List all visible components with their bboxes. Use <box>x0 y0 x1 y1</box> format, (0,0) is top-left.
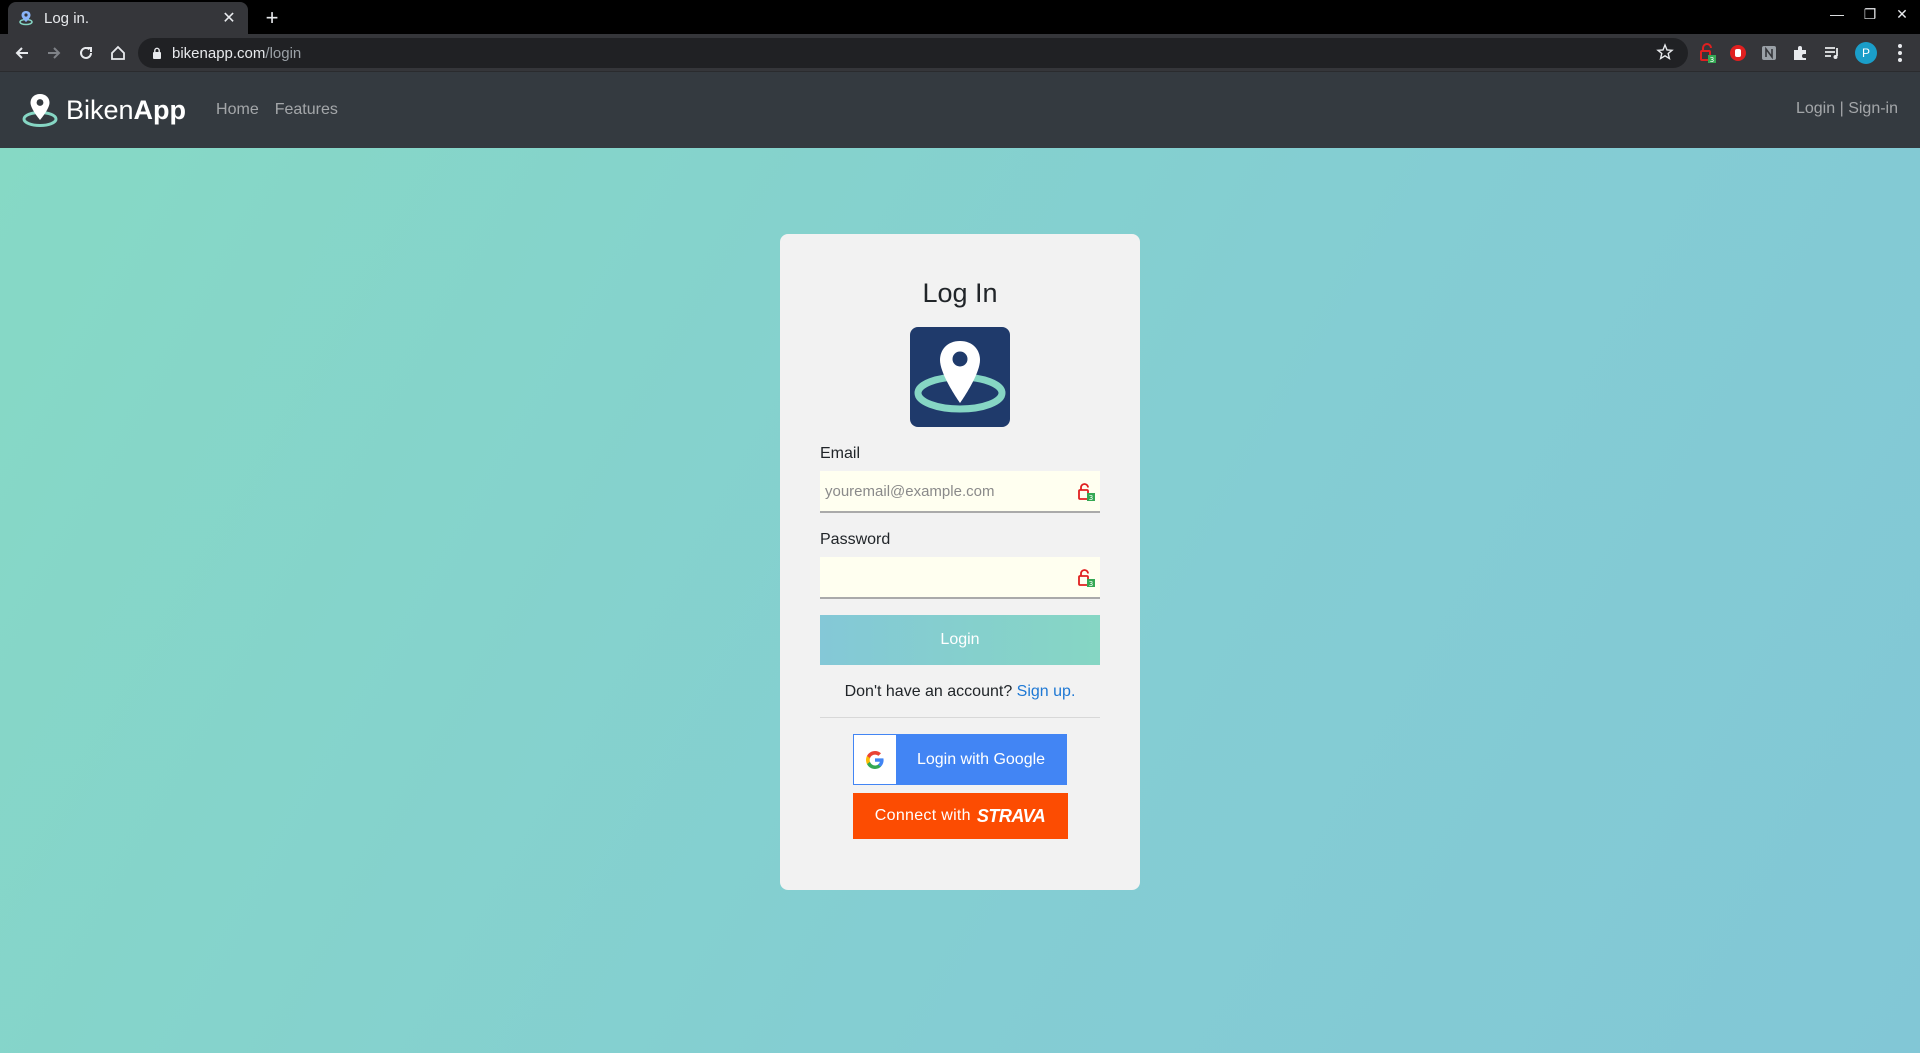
password-manager-extension-icon[interactable]: 3 <box>1697 43 1717 63</box>
password-field[interactable] <box>820 557 1100 597</box>
connect-with-strava-button[interactable]: Connect with STRAVA <box>852 793 1068 839</box>
url-path: /login <box>265 44 302 62</box>
window-close-button[interactable]: ✕ <box>1890 6 1914 23</box>
back-button[interactable] <box>10 41 34 65</box>
url-host: bikenapp.com <box>172 44 266 62</box>
address-bar[interactable]: bikenapp.com /login <box>138 38 1688 68</box>
email-field[interactable] <box>820 471 1100 511</box>
browser-menu-icon[interactable] <box>1890 42 1910 64</box>
password-manager-icon[interactable]: 3 <box>1076 568 1096 588</box>
password-input-wrapper: 3 <box>820 557 1100 599</box>
browser-tab[interactable]: Log in. ✕ <box>8 2 248 34</box>
password-manager-icon[interactable]: 3 <box>1076 482 1096 502</box>
brand-name-bold: App <box>133 94 187 125</box>
browser-tabstrip: Log in. ✕ + — ❐ ✕ <box>0 0 1920 34</box>
nav-link-home[interactable]: Home <box>216 101 259 119</box>
login-title: Log In <box>922 278 998 308</box>
svg-text:3: 3 <box>1089 580 1093 588</box>
signup-prompt: Don't have an account? Sign up. <box>820 683 1100 701</box>
google-button-label: Login with Google <box>916 750 1046 768</box>
brand-logo-link[interactable]: BikenApp <box>22 93 186 127</box>
divider <box>820 717 1100 718</box>
profile-avatar[interactable]: P <box>1855 42 1877 64</box>
nav-separator: | <box>1835 100 1849 117</box>
app-logo <box>910 327 1010 427</box>
strava-logo: STRAVA <box>976 805 1046 826</box>
signup-prompt-text: Don't have an account? <box>844 683 1013 700</box>
site-navbar: BikenApp Home Features Login | Sign-in <box>0 72 1920 148</box>
nav-login-link[interactable]: Login <box>1796 100 1835 117</box>
map-pin-ring-icon <box>22 94 58 127</box>
nav-auth-links: Login | Sign-in <box>1796 100 1898 118</box>
svg-text:3: 3 <box>1089 494 1093 502</box>
favicon-pin-icon <box>19 11 33 26</box>
arrow-right-icon <box>48 47 61 59</box>
window-minimize-button[interactable]: — <box>1825 6 1849 22</box>
forward-button[interactable] <box>42 41 66 65</box>
star-icon[interactable] <box>1656 43 1674 61</box>
email-input-wrapper: 3 <box>820 471 1100 513</box>
lock-icon <box>153 47 161 59</box>
extensions-puzzle-icon[interactable] <box>1790 43 1810 63</box>
password-label: Password <box>820 531 891 548</box>
reader-extension-icon[interactable] <box>1759 43 1779 63</box>
map-pin-ring-icon <box>914 341 1006 413</box>
page-background: Log In Email 3 Password 3 Login Don't ha… <box>0 148 1920 1053</box>
google-icon-box <box>854 735 896 784</box>
login-with-google-button[interactable]: Login with Google <box>853 734 1067 785</box>
nav-link-features[interactable]: Features <box>275 101 338 119</box>
hand-stop-extension-icon[interactable] <box>1728 43 1748 63</box>
email-label: Email <box>820 445 861 462</box>
window-restore-button[interactable]: ❐ <box>1858 6 1882 23</box>
media-queue-icon[interactable] <box>1822 43 1842 63</box>
login-button[interactable]: Login <box>820 615 1100 665</box>
login-card: Log In Email 3 Password 3 Login Don't ha… <box>780 234 1140 890</box>
brand-name: BikenApp <box>66 95 186 126</box>
home-button[interactable] <box>106 41 130 65</box>
browser-toolbar: bikenapp.com /login 3 P <box>0 34 1920 72</box>
strava-prefix: Connect with <box>874 807 971 824</box>
close-tab-icon[interactable]: ✕ <box>220 8 238 28</box>
google-g-icon <box>866 750 884 769</box>
reload-button[interactable] <box>74 41 98 65</box>
nav-signin-link[interactable]: Sign-in <box>1848 100 1898 117</box>
svg-text:3: 3 <box>1710 56 1714 63</box>
brand-name-light: Biken <box>66 94 134 125</box>
arrow-left-icon <box>15 47 28 59</box>
signup-link[interactable]: Sign up. <box>1017 683 1076 700</box>
reload-icon <box>80 46 92 59</box>
new-tab-button[interactable]: + <box>260 5 284 31</box>
tab-title: Log in. <box>44 9 90 27</box>
home-icon <box>111 45 125 60</box>
